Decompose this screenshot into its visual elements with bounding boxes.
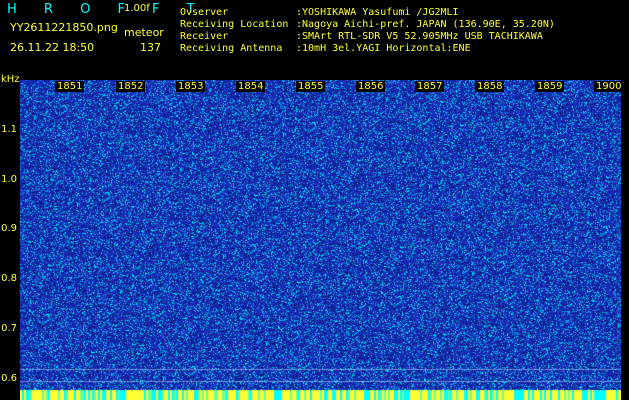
info-value: :YOSHIKAWA Yasufumi /JG2MLI: [296, 7, 459, 18]
info-label: Receiver: [180, 31, 229, 42]
x-tick-label: 1900: [594, 81, 624, 92]
x-tick-label: 1858: [475, 81, 505, 92]
filename-label: YY2611221850.png: [10, 21, 118, 34]
x-tick-label: 1853: [176, 81, 206, 92]
y-tick-label: 0.9: [1, 223, 17, 234]
x-tick-label: 1854: [236, 81, 266, 92]
y-tick-label: 0.7: [1, 323, 17, 334]
app-brand: H R O F F T: [7, 2, 207, 17]
info-label: Ovserver: [180, 7, 229, 18]
datetime-label: 26.11.22 18:50: [10, 41, 95, 54]
spectrogram-canvas: [20, 80, 621, 400]
meteor-label: meteor: [124, 26, 164, 39]
hrofft-window: { "app": { "brand": "H R O F F T", "vers…: [0, 0, 629, 400]
y-tick-label: 1.0: [1, 174, 17, 185]
info-value: :Nagoya Aichi-pref. JAPAN (136.90E, 35.2…: [296, 19, 555, 30]
info-value: :SMArt RTL-SDR V5 52.905MHz USB TACHIKAW…: [296, 31, 543, 42]
x-tick-label: 1857: [415, 81, 445, 92]
info-label: Receiving Location: [180, 19, 289, 30]
x-tick-label: 1852: [116, 81, 146, 92]
app-version: 1.00f: [124, 3, 150, 14]
info-receiver: Receiver :SMArt RTL-SDR V5 52.905MHz USB …: [180, 31, 543, 42]
spectrogram-area: [20, 80, 621, 400]
info-label: Receiving Antenna: [180, 43, 283, 54]
y-tick-label: 0.8: [1, 273, 17, 284]
info-location: Receiving Location :Nagoya Aichi-pref. JA…: [180, 19, 555, 30]
info-antenna: Receiving Antenna :10mH 3el.YAGI Horizont…: [180, 43, 471, 54]
y-tick-label: 1.1: [1, 124, 17, 135]
y-tick-label: 0.6: [1, 373, 17, 384]
meteor-count: 137: [140, 41, 161, 54]
info-value: :10mH 3el.YAGI Horizontal:ENE: [296, 43, 471, 54]
info-observer: Ovserver :YOSHIKAWA Yasufumi /JG2MLI: [180, 7, 459, 18]
x-tick-label: 1859: [535, 81, 565, 92]
x-tick-label: 1851: [55, 81, 85, 92]
x-tick-label: 1856: [356, 81, 386, 92]
y-axis-unit: kHz: [1, 74, 20, 85]
x-tick-label: 1855: [296, 81, 326, 92]
